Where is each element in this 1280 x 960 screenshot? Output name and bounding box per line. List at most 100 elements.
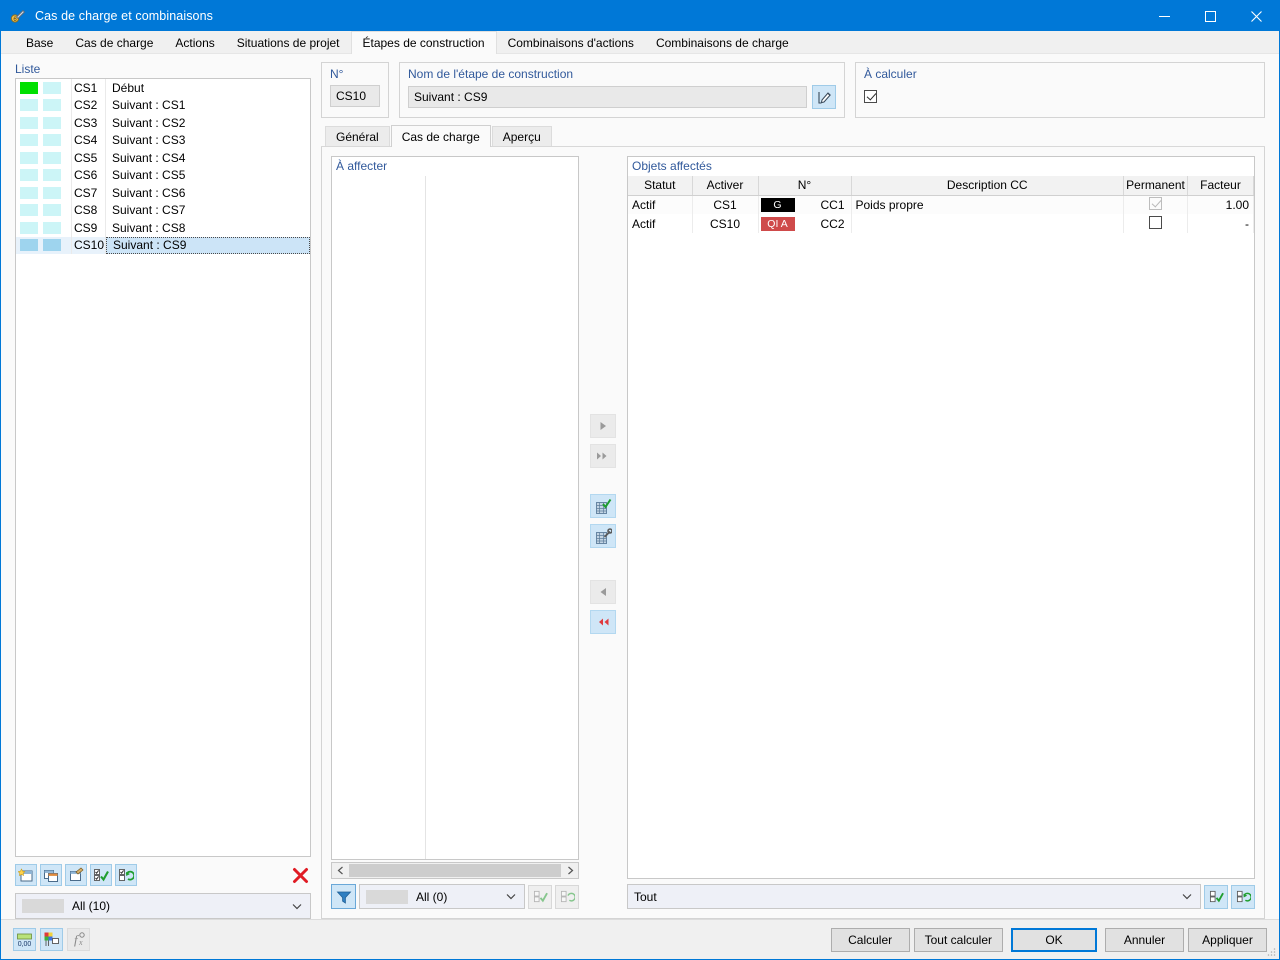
close-button[interactable]	[1233, 1, 1279, 31]
invert-selection-button[interactable]	[115, 864, 137, 886]
stage-filter-combo[interactable]: All (10)	[15, 893, 311, 919]
edit-construction-stage-button[interactable]	[65, 864, 87, 886]
formula-function-icon[interactable]: f x	[67, 928, 90, 951]
stage-color-swatch	[20, 204, 38, 217]
stage-number: CS10	[72, 236, 106, 254]
stage-listbox[interactable]: CS1 Début CS2 Suivant : CS1 CS3 Suivant …	[15, 78, 311, 857]
tab-actions[interactable]: Actions	[164, 32, 226, 54]
calculer-button[interactable]: Calculer	[830, 927, 910, 952]
objects-select-all-button[interactable]	[1204, 884, 1228, 909]
list-item[interactable]: CS6 Suivant : CS5	[16, 166, 310, 184]
tab-combinaisons-dactions[interactable]: Combinaisons d'actions	[496, 32, 645, 54]
maximize-button[interactable]	[1187, 1, 1233, 31]
svg-text:x: x	[78, 938, 83, 947]
cell-numero-value: CC1	[820, 197, 845, 212]
tab-etapes-de-construction[interactable]: Étapes de construction	[350, 31, 497, 54]
stage-number-input[interactable]: CS10	[330, 85, 380, 107]
objects-filter-combo[interactable]: Tout	[627, 884, 1201, 909]
permanent-checkbox[interactable]	[1149, 215, 1162, 229]
list-item[interactable]: CS3 Suivant : CS2	[16, 114, 310, 132]
column-header-facteur[interactable]: Facteur	[1187, 176, 1254, 196]
list-item[interactable]: CS2 Suivant : CS1	[16, 96, 310, 114]
to-assign-filter-combo[interactable]: All (0)	[359, 884, 525, 909]
affected-objects-table-wrap[interactable]: Statut Activer N° Description CC Permane…	[627, 176, 1255, 879]
load-case-assignment-panel: À affecter All (0) Objets affectés Statu…	[321, 147, 1265, 919]
stage-name-input[interactable]: Suivant : CS9	[408, 86, 807, 108]
chevron-down-icon	[502, 893, 520, 900]
cell-facteur: 1.00	[1187, 195, 1254, 214]
annuler-button[interactable]: Annuler	[1105, 927, 1184, 952]
stage-color-swatch	[20, 134, 38, 147]
stage-number: CS1	[72, 79, 106, 97]
minimize-button[interactable]	[1141, 1, 1187, 31]
stage-color-cell	[16, 236, 72, 254]
tab-cas-de-charge[interactable]: Cas de charge	[64, 32, 165, 54]
assign-select-all-button[interactable]	[528, 884, 552, 909]
structure-check-button[interactable]	[590, 494, 616, 518]
cell-description	[851, 214, 1124, 233]
stage-name: Suivant : CS9	[106, 236, 310, 254]
scrollbar-thumb[interactable]	[349, 864, 561, 877]
select-all-button[interactable]	[90, 864, 112, 886]
scroll-right-icon[interactable]	[562, 863, 578, 878]
table-row[interactable]: Actif CS1 G CC1 Poids propre 1.00	[628, 195, 1254, 214]
list-item[interactable]: CS5 Suivant : CS4	[16, 149, 310, 167]
stage-color-swatch-2	[43, 221, 61, 234]
funnel-filter-icon[interactable]	[331, 884, 356, 909]
delete-construction-stage-button[interactable]	[289, 864, 311, 886]
column-header-numero[interactable]: N°	[758, 176, 852, 196]
stage-header-fields: N° CS10 Nom de l'étape de construction S…	[321, 62, 1265, 118]
table-row[interactable]: Actif CS10 QI A CC2 -	[628, 214, 1254, 233]
color-legend-icon[interactable]	[40, 928, 63, 951]
list-item-selected[interactable]: CS10 Suivant : CS9	[16, 236, 310, 254]
column-header-description[interactable]: Description CC	[851, 176, 1124, 196]
list-item[interactable]: CS7 Suivant : CS6	[16, 184, 310, 202]
column-header-permanent[interactable]: Permanent	[1123, 176, 1188, 196]
to-assign-hscrollbar[interactable]	[331, 862, 579, 879]
edit-pencil-icon[interactable]	[812, 85, 836, 109]
stage-color-swatch	[20, 186, 38, 199]
tab-cas-de-charge-inner[interactable]: Cas de charge	[390, 125, 491, 147]
chevron-down-icon	[1178, 893, 1196, 900]
tab-combinaisons-de-charge[interactable]: Combinaisons de charge	[644, 32, 800, 54]
copy-construction-stage-button[interactable]	[40, 864, 62, 886]
list-item[interactable]: CS9 Suivant : CS8	[16, 219, 310, 237]
ok-button[interactable]: OK	[1011, 927, 1097, 952]
move-left-button[interactable]	[590, 580, 616, 604]
move-all-left-button[interactable]	[590, 610, 616, 634]
dialog-body: Liste CS1 Début CS2 Suivant : CS1 CS3 Su…	[1, 54, 1279, 919]
stage-number: CS5	[72, 149, 106, 167]
stage-color-swatch-2	[43, 169, 61, 182]
decimal-places-icon[interactable]: 0,00	[13, 928, 36, 951]
resize-grip-icon[interactable]	[1266, 947, 1276, 957]
tab-situations-de-projet[interactable]: Situations de projet	[225, 32, 351, 54]
appliquer-button[interactable]: Appliquer	[1188, 927, 1267, 952]
calculate-label: À calculer	[864, 67, 917, 81]
objects-invert-selection-button[interactable]	[1231, 884, 1255, 909]
affected-objects-table: Statut Activer N° Description CC Permane…	[628, 176, 1254, 233]
to-assign-grid[interactable]	[331, 176, 579, 860]
list-item[interactable]: CS8 Suivant : CS7	[16, 201, 310, 219]
structure-tools-button[interactable]	[590, 524, 616, 548]
tout-calculer-button[interactable]: Tout calculer	[913, 927, 1003, 952]
tab-base[interactable]: Base	[15, 32, 65, 54]
calculate-checkbox[interactable]	[864, 89, 877, 103]
cell-permanent	[1123, 214, 1188, 233]
stage-name-label: Nom de l'étape de construction	[408, 67, 574, 81]
stage-number: CS9	[72, 219, 106, 237]
tab-general[interactable]: Général	[325, 126, 390, 147]
move-right-button[interactable]	[590, 414, 616, 438]
column-header-activer[interactable]: Activer	[692, 176, 759, 196]
stage-name: Suivant : CS1	[112, 98, 186, 113]
stage-number: CS6	[72, 166, 106, 184]
cell-activer: CS10	[692, 214, 759, 233]
move-all-right-button[interactable]	[590, 444, 616, 468]
assign-invert-selection-button[interactable]	[555, 884, 579, 909]
column-header-statut[interactable]: Statut	[628, 176, 693, 196]
scroll-left-icon[interactable]	[332, 863, 348, 878]
new-construction-stage-button[interactable]	[15, 864, 37, 886]
list-item[interactable]: CS4 Suivant : CS3	[16, 131, 310, 149]
list-item[interactable]: CS1 Début	[16, 79, 310, 97]
stage-name-group: Nom de l'étape de construction Suivant :…	[399, 62, 845, 118]
tab-apercu[interactable]: Aperçu	[491, 126, 552, 147]
